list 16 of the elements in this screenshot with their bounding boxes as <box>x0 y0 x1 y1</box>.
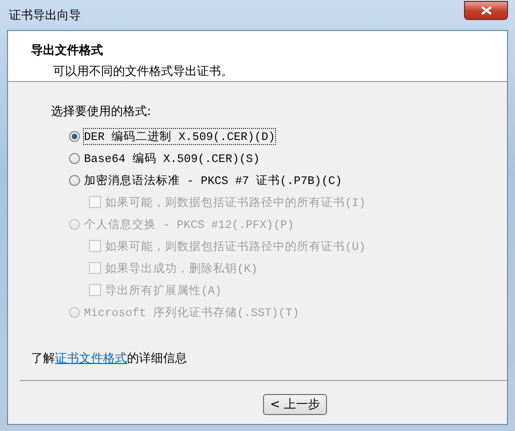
close-button[interactable] <box>464 1 508 20</box>
option-label[interactable]: 加密消息语法标准 - PKCS #7 证书(.P7B)(C) <box>84 172 342 188</box>
close-icon <box>480 6 492 15</box>
radio-button[interactable] <box>69 130 80 142</box>
option-label[interactable]: DER 编码二进制 X.509(.CER)(D) <box>84 128 276 144</box>
radio-button[interactable] <box>69 174 80 186</box>
back-button[interactable]: < 上一步 <box>263 394 327 415</box>
format-link[interactable]: 证书文件格式 <box>55 350 127 367</box>
info-text: 的详细信息 <box>127 350 187 367</box>
group-label: 选择要使用的格式: <box>51 103 152 120</box>
header-subtitle: 可以用不同的文件格式导出证书。 <box>52 63 234 80</box>
info-text: 了解 <box>31 350 55 367</box>
window-title: 证书导出向导 <box>8 6 81 24</box>
option-label[interactable]: Base64 编码 X.509(.CER)(S) <box>84 150 260 166</box>
radio-button[interactable] <box>69 152 80 164</box>
header-title: 导出文件格式 <box>31 42 104 59</box>
